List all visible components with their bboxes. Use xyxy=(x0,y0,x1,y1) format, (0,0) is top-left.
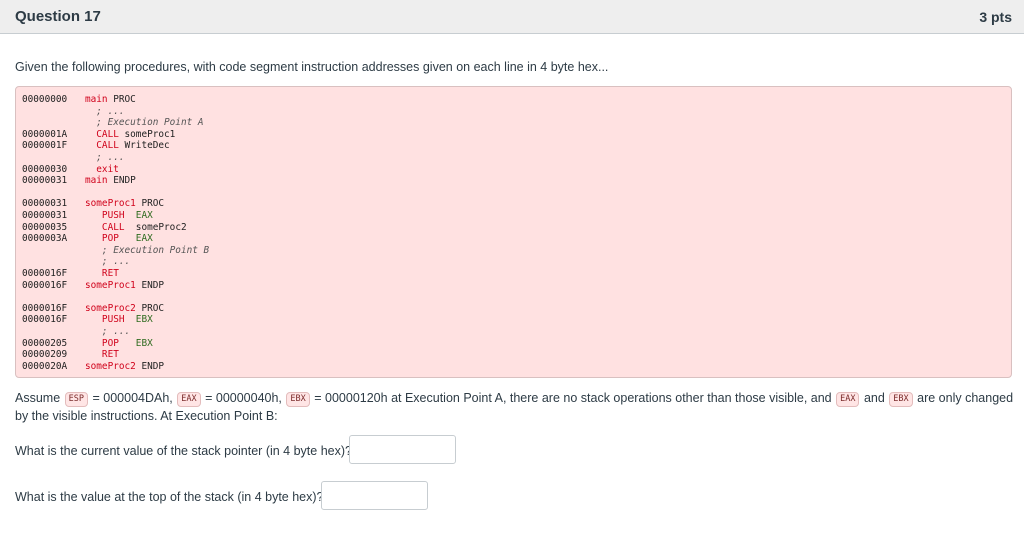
code-instruction: CALL someProc2 xyxy=(85,222,187,234)
code-token: ; ... xyxy=(85,256,131,268)
code-instruction: POP EBX xyxy=(85,338,153,350)
code-address: 00000035 xyxy=(22,221,68,233)
code-token: CALL xyxy=(85,128,119,140)
code-token: CALL xyxy=(85,140,119,152)
question-title: Question 17 xyxy=(15,8,101,25)
code-token: EBX xyxy=(124,314,153,326)
code-token: CALL xyxy=(85,221,125,233)
code-address: 00000031 xyxy=(22,210,68,221)
code-instruction: ; ... xyxy=(85,256,130,268)
stack-pointer-answer-input[interactable] xyxy=(349,435,456,464)
code-token: PUSH xyxy=(85,210,125,221)
code-token: main xyxy=(85,94,108,105)
code-token: PROC xyxy=(135,302,165,314)
assumption-text: Assume ESP = 000004DAh, EAX = 00000040h,… xyxy=(15,389,1015,425)
code-instruction: someProc2 ENDP xyxy=(85,361,164,373)
assume-text-5: and xyxy=(863,391,885,405)
code-instruction: someProc2 PROC xyxy=(85,303,164,315)
code-token: PUSH xyxy=(85,314,125,326)
code-instruction: ; ... xyxy=(85,152,125,164)
question-points: 3 pts xyxy=(979,9,1012,25)
code-token: RET xyxy=(85,349,119,361)
code-address: 00000031 xyxy=(22,175,68,187)
code-instruction: CALL someProc1 xyxy=(85,129,175,141)
code-token: ; Execution Point A xyxy=(85,117,204,129)
question-intro: Given the following procedures, with cod… xyxy=(15,60,609,74)
register-eax: EAX xyxy=(177,392,201,407)
code-token: EAX xyxy=(124,210,153,221)
code-address: 0000016F xyxy=(22,302,68,314)
code-address: 00000205 xyxy=(22,337,68,349)
code-token: someProc2 xyxy=(85,360,136,372)
assume-text-3: = 00000040h, xyxy=(205,391,282,405)
code-instruction: RET xyxy=(85,268,119,280)
assume-text-1: Assume xyxy=(15,391,61,405)
code-token: EBX xyxy=(118,337,153,349)
code-instruction: exit xyxy=(85,164,119,176)
code-token: POP xyxy=(85,233,119,245)
code-token: someProc2 xyxy=(85,302,136,314)
code-token: ; ... xyxy=(85,152,125,163)
code-token: someProc1 xyxy=(85,279,136,291)
code-address: 0000016F xyxy=(22,268,68,279)
code-token: PROC xyxy=(107,94,136,105)
code-token: exit xyxy=(85,163,119,175)
code-instruction: main PROC xyxy=(85,94,136,106)
code-token: ; Execution Point B xyxy=(85,244,210,256)
code-token: someProc1 xyxy=(118,128,176,140)
code-token: ENDP xyxy=(107,175,136,187)
code-token: someProc2 xyxy=(124,221,187,233)
question-top-of-stack-label: What is the value at the top of the stac… xyxy=(15,490,324,504)
code-address: 0000003A xyxy=(22,233,68,245)
code-address: 0000016F xyxy=(22,314,68,326)
code-address: 0000001F xyxy=(22,140,68,152)
code-instruction: PUSH EBX xyxy=(85,314,153,326)
code-address: 0000001A xyxy=(22,128,68,140)
code-token: RET xyxy=(85,268,119,279)
code-address: 00000209 xyxy=(22,349,68,361)
register-ebx: EBX xyxy=(286,392,310,407)
code-address: 0000020A xyxy=(22,360,68,372)
code-instruction: main ENDP xyxy=(85,175,136,187)
code-token: POP xyxy=(85,337,119,349)
code-instruction: someProc1 PROC xyxy=(85,198,164,210)
top-of-stack-answer-input[interactable] xyxy=(321,481,428,510)
code-instruction: RET xyxy=(85,349,119,361)
code-instruction: ; ... xyxy=(85,105,125,118)
code-token: PROC xyxy=(135,198,165,210)
code-instruction: ; Execution Point B xyxy=(85,245,209,257)
code-instruction: someProc1 ENDP xyxy=(85,280,164,292)
register-esp: ESP xyxy=(64,392,88,407)
register-eax: EAX xyxy=(836,392,860,407)
code-token: ; ... xyxy=(85,105,125,117)
code-address: 0000016F xyxy=(22,279,68,291)
code-token: ENDP xyxy=(135,360,165,372)
code-address: 00000031 xyxy=(22,198,68,210)
code-instruction: ; Execution Point A xyxy=(85,117,204,129)
code-address: 00000030 xyxy=(22,163,68,175)
code-token: main xyxy=(85,175,108,187)
code-token: EAX xyxy=(118,233,153,245)
code-instruction: PUSH EAX xyxy=(85,210,153,222)
code-token: ENDP xyxy=(135,279,165,291)
assume-text-2: = 000004DAh, xyxy=(92,391,173,405)
code-instruction: POP EAX xyxy=(85,233,153,245)
code-instruction: ; ... xyxy=(85,326,130,338)
register-ebx: EBX xyxy=(889,392,913,407)
code-address: 00000000 xyxy=(22,94,68,105)
code-instruction: CALL WriteDec xyxy=(85,140,170,152)
question-stack-pointer-label: What is the current value of the stack p… xyxy=(15,444,352,458)
code-token: someProc1 xyxy=(85,198,136,210)
assume-text-4: = 00000120h at Execution Point A, there … xyxy=(314,391,832,405)
code-token: ; ... xyxy=(85,326,131,337)
code-block: 00000000 main PROC ; ... ; Execution Poin… xyxy=(15,86,1012,378)
question-header: Question 17 3 pts xyxy=(0,0,1024,34)
code-token: WriteDec xyxy=(118,140,170,152)
